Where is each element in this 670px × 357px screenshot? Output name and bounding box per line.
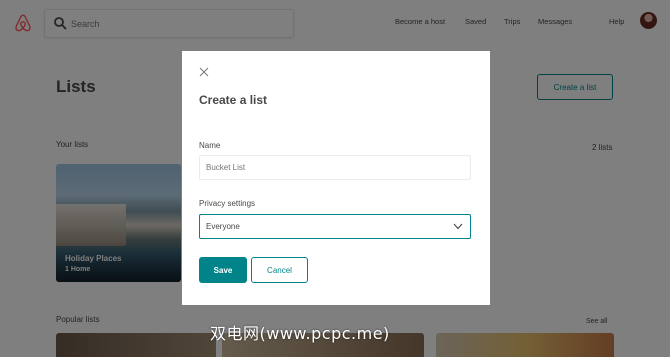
save-button[interactable]: Save: [199, 257, 247, 283]
privacy-settings-select[interactable]: Everyone: [199, 214, 471, 239]
chevron-down-icon: [453, 223, 463, 230]
watermark-text: 双电网(www.pcpc.me): [210, 324, 390, 343]
close-icon[interactable]: [199, 67, 209, 77]
privacy-settings-label: Privacy settings: [199, 199, 256, 208]
create-list-dialog: Create a list Name Privacy settings Ever…: [182, 51, 490, 305]
dialog-title: Create a list: [199, 93, 268, 107]
name-label: Name: [199, 141, 221, 150]
cancel-button[interactable]: Cancel: [251, 257, 308, 283]
name-field[interactable]: [199, 155, 471, 180]
privacy-selected-value: Everyone: [206, 222, 240, 231]
